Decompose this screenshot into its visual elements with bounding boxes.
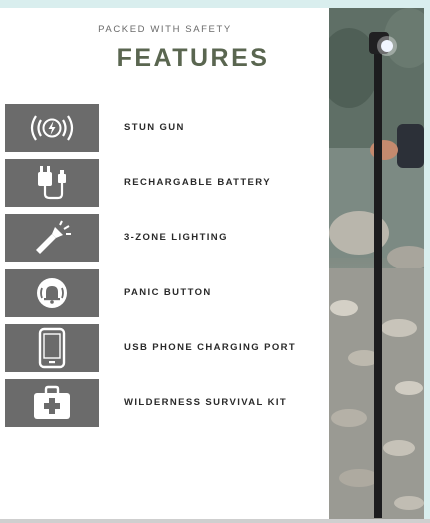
feature-row-lighting: 3-ZONE LIGHTING: [5, 214, 325, 262]
feature-label: 3-ZONE LIGHTING: [124, 232, 228, 243]
feature-row-panic-button: PANIC BUTTON: [5, 269, 325, 317]
feature-label: RECHARGABLE BATTERY: [124, 177, 271, 188]
feature-row-battery: RECHARGABLE BATTERY: [5, 159, 325, 207]
feature-label: WILDERNESS SURVIVAL KIT: [124, 397, 288, 408]
alarm-bell-icon: [5, 269, 99, 317]
stun-gun-icon: [5, 104, 99, 152]
flashlight-icon: [5, 214, 99, 262]
feature-row-usb-phone: USB PHONE CHARGING PORT: [5, 324, 325, 372]
feature-label: PANIC BUTTON: [124, 287, 212, 298]
phone-icon: [5, 324, 99, 372]
charger-icon: [5, 159, 99, 207]
feature-label: USB PHONE CHARGING PORT: [124, 342, 297, 353]
first-aid-kit-icon: [5, 379, 99, 427]
feature-row-stun-gun: STUN GUN: [5, 104, 325, 152]
feature-label: STUN GUN: [124, 122, 185, 133]
bottom-bar: [0, 519, 430, 523]
product-photo: [329, 8, 424, 519]
features-card: PACKED WITH SAFETY FEATURES STUN GUN REC…: [0, 8, 424, 519]
kicker-text: PACKED WITH SAFETY: [98, 24, 232, 35]
feature-row-survival-kit: WILDERNESS SURVIVAL KIT: [5, 379, 325, 427]
